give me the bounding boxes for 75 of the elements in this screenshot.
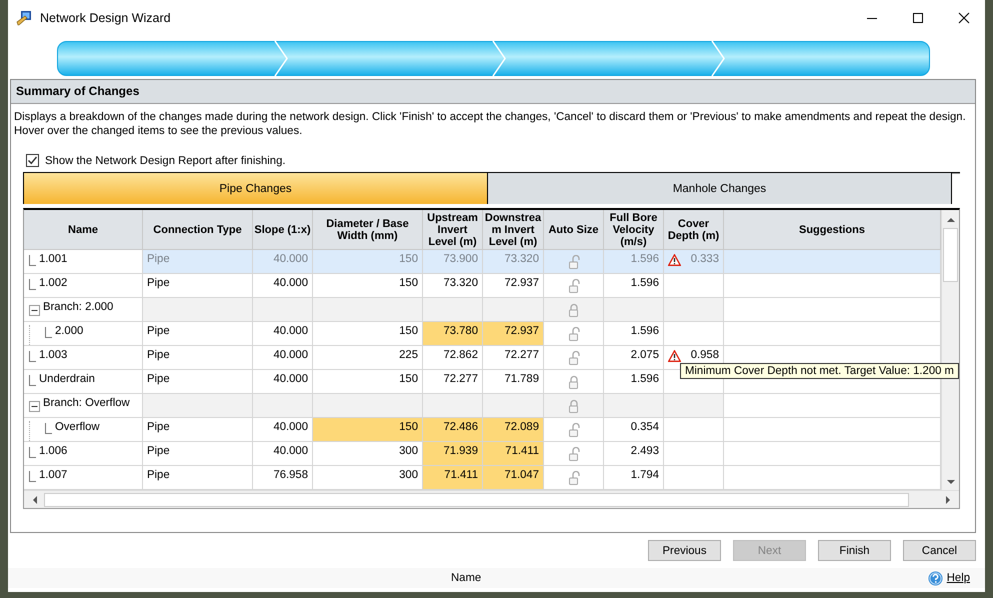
row-name: 1.003 xyxy=(39,349,68,361)
tree-line-icon xyxy=(45,423,52,434)
table-cell: 73.780 xyxy=(423,322,483,346)
padlock-icon[interactable] xyxy=(568,302,580,316)
table-cell: 71.939 xyxy=(423,442,483,466)
vertical-scrollbar[interactable] xyxy=(941,210,959,490)
maximize-icon[interactable] xyxy=(912,12,924,24)
table-cell: 150 xyxy=(313,250,423,274)
tab[interactable]: Manhole Changes xyxy=(488,173,952,204)
table-row[interactable]: Branch: Overflow xyxy=(24,394,941,418)
padlock-icon[interactable] xyxy=(568,374,580,388)
open-padlock-icon[interactable] xyxy=(568,350,580,364)
table-cell: 71.047 xyxy=(483,466,544,490)
open-padlock-icon[interactable] xyxy=(568,422,580,436)
table-row[interactable]: 1.006 Pipe 40.000 300 71.939 71.411 2.493 xyxy=(24,442,941,466)
row-name: Branch: 2.000 xyxy=(43,301,114,313)
table-cell: 71.411 xyxy=(423,466,483,490)
row-name: 1.007 xyxy=(39,469,68,481)
row-name: Branch: Overflow xyxy=(43,397,130,409)
table-cell: 73.900 xyxy=(423,250,483,274)
table-cell: 73.320 xyxy=(483,250,544,274)
tree-line-icon xyxy=(29,447,36,458)
help-icon[interactable] xyxy=(928,570,943,586)
table-cell: 40.000 xyxy=(253,250,313,274)
status-text: Name xyxy=(451,572,482,584)
selected-row[interactable]: 1.001 Pipe 40.000 150 73.900 73.320 1.596 0.333 xyxy=(24,250,941,274)
scroll-thumb[interactable] xyxy=(943,228,958,282)
row-name: 1.002 xyxy=(39,277,68,289)
table-row[interactable]: 1.007 Pipe 76.958 300 71.411 71.047 1.794 xyxy=(24,466,941,490)
tree-line-icon xyxy=(29,351,36,362)
row-name: Overflow xyxy=(55,421,100,433)
table-row[interactable]: Branch: 2.000 xyxy=(24,298,941,322)
table-cell: 150 xyxy=(313,418,423,442)
row-name: 2.000 xyxy=(55,325,84,337)
open-padlock-icon[interactable] xyxy=(568,470,580,484)
window-title: Network Design Wizard xyxy=(40,11,171,25)
row-name: 1.001 xyxy=(39,253,68,265)
tree-line-icon xyxy=(29,255,36,266)
horizontal-scrollbar[interactable] xyxy=(24,490,959,508)
wizard-button[interactable]: Cancel xyxy=(903,540,976,561)
tooltip: Minimum Cover Depth not met. Target Value: 1.200 m xyxy=(680,363,959,379)
collapse-icon[interactable] xyxy=(29,305,40,316)
table-cell: 72.937 xyxy=(483,322,544,346)
table-cell: 72.486 xyxy=(423,418,483,442)
help-link[interactable]: Help xyxy=(946,572,970,584)
app-icon xyxy=(16,10,32,26)
open-padlock-icon[interactable] xyxy=(568,446,580,460)
collapse-icon[interactable] xyxy=(29,401,40,412)
report-checkbox[interactable] xyxy=(26,154,39,167)
wizard-button[interactable]: Finish xyxy=(818,540,891,561)
tree-line-icon xyxy=(29,375,36,386)
table-cell: 71.411 xyxy=(483,442,544,466)
tree-line-icon xyxy=(29,279,36,290)
row-name: 1.006 xyxy=(39,445,68,457)
table-row[interactable]: 1.002 Pipe 40.000 150 73.320 72.937 1.596 xyxy=(24,274,941,298)
close-icon[interactable] xyxy=(958,12,970,24)
table-row[interactable]: 2.000 Pipe 40.000 150 73.780 72.937 1.596 xyxy=(24,322,941,346)
table-cell: 0.333 xyxy=(690,253,719,265)
description-text: Displays a breakdown of the changes made during the network design. Click 'Finish' to accept the changes, 'Cancel' to discard them or 'Previous' to make amendments and repeat the design. Hover over the changed items to see the previous values. xyxy=(14,110,967,138)
table-cell: 72.089 xyxy=(483,418,544,442)
table-cell: 1.596 xyxy=(604,250,664,274)
open-padlock-icon[interactable] xyxy=(568,254,580,268)
tab[interactable]: Pipe Changes xyxy=(23,173,488,204)
open-padlock-icon[interactable] xyxy=(568,278,580,292)
open-padlock-icon[interactable] xyxy=(568,326,580,340)
scroll-thumb[interactable] xyxy=(44,492,909,506)
table-row[interactable]: Overflow Pipe 40.000 150 72.486 72.089 0.354 xyxy=(24,418,941,442)
padlock-icon[interactable] xyxy=(568,398,580,412)
wizard-button[interactable]: Previous xyxy=(648,540,721,561)
tree-line-icon xyxy=(29,471,36,482)
tree-line-icon xyxy=(45,327,52,338)
table-cell: Pipe xyxy=(143,250,253,274)
table-cell: 0.958 xyxy=(690,349,719,361)
panel-title: Summary of Changes xyxy=(11,80,975,104)
checkbox-label: Show the Network Design Report after finishing. xyxy=(45,154,286,166)
